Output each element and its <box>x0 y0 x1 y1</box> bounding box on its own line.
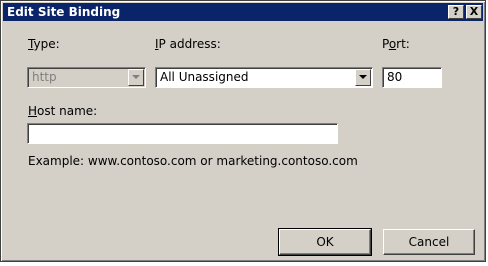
chevron-down-icon <box>132 75 140 79</box>
type-dropdown-button[interactable] <box>128 69 144 86</box>
port-value: 80 <box>387 70 403 84</box>
type-label-rest: ype: <box>33 37 60 51</box>
ok-button[interactable]: OK <box>278 228 372 256</box>
ip-label-rest: P address: <box>158 37 221 51</box>
host-label-rest: ost name: <box>37 104 98 118</box>
close-icon: X <box>469 5 479 18</box>
host-label-accel: H <box>28 104 38 118</box>
ip-address-value: All Unassigned <box>160 70 249 84</box>
ip-address-label: IP address: <box>155 37 221 51</box>
port-label: Port: <box>382 37 410 51</box>
type-label: Type: <box>28 37 60 51</box>
port-input[interactable]: 80 <box>382 67 442 88</box>
host-name-label: Host name: <box>28 104 97 118</box>
dialog-title: Edit Site Binding <box>7 5 121 19</box>
type-select[interactable]: http <box>27 67 146 88</box>
help-icon: ? <box>452 5 460 18</box>
edit-site-binding-dialog: Edit Site Binding ? X Type: http IP addr… <box>0 0 486 262</box>
host-name-example: Example: www.contoso.com or marketing.co… <box>28 154 358 168</box>
host-name-input[interactable] <box>27 123 338 144</box>
port-label-rest: rt: <box>396 37 410 51</box>
title-bar: Edit Site Binding ? X <box>3 3 483 21</box>
close-button[interactable]: X <box>466 5 482 19</box>
port-label-prefix: P <box>382 37 389 51</box>
type-value: http <box>32 70 57 84</box>
ip-address-select[interactable]: All Unassigned <box>155 67 373 88</box>
cancel-button[interactable]: Cancel <box>383 229 475 255</box>
chevron-down-icon <box>359 75 367 79</box>
ip-address-dropdown-button[interactable] <box>355 69 371 86</box>
help-button[interactable]: ? <box>448 5 464 19</box>
